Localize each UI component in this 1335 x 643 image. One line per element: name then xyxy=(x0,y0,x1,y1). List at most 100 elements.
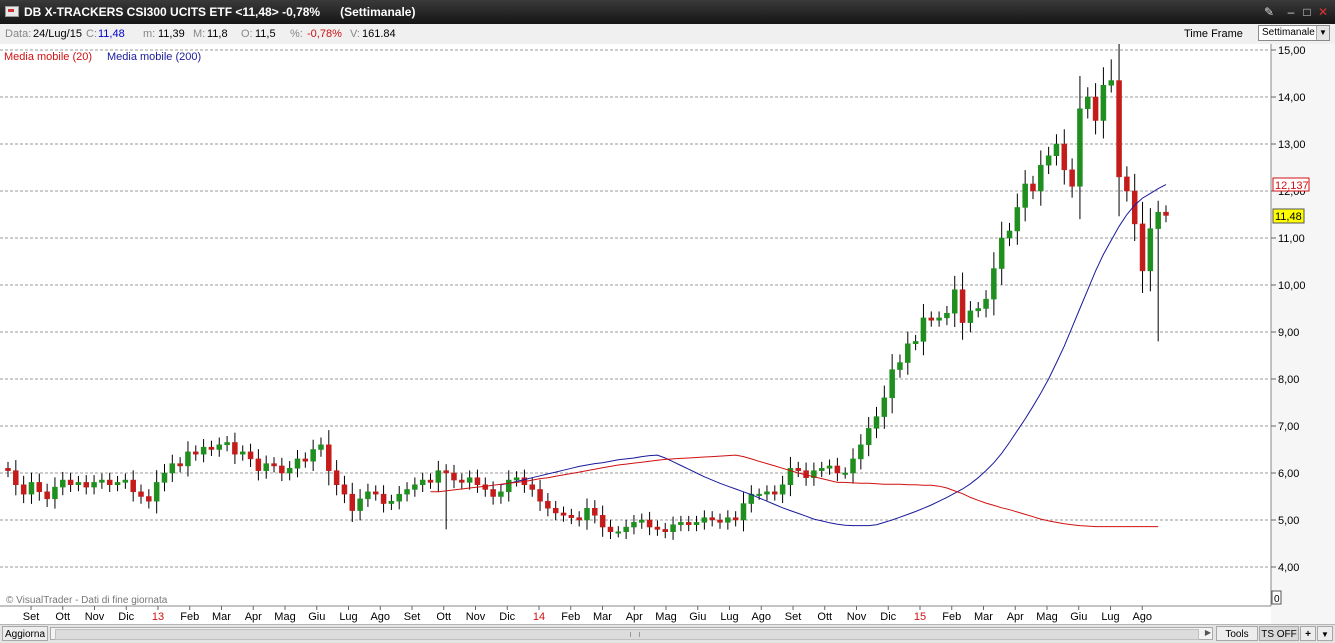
y-tick-label: 15,00 xyxy=(1278,45,1306,57)
candle-body xyxy=(740,503,747,521)
candle-body xyxy=(208,446,215,450)
candle-body xyxy=(1022,183,1028,208)
candle-body xyxy=(1069,169,1075,187)
candle-body xyxy=(396,493,402,502)
timeframe-selected: Settimanale xyxy=(1262,27,1315,38)
candle-body xyxy=(302,458,309,462)
candle-body xyxy=(185,451,191,467)
candle-body xyxy=(513,477,520,481)
candle-body xyxy=(1147,228,1154,272)
open-label: O: xyxy=(241,28,253,40)
candle-body xyxy=(944,312,950,319)
min-label: m: xyxy=(143,28,156,40)
candle-body xyxy=(13,470,19,485)
x-tick-label: Set xyxy=(23,611,40,623)
candle-body xyxy=(349,493,356,511)
candle-body xyxy=(842,472,848,475)
candle-body xyxy=(975,308,981,312)
x-tick-label: Mag xyxy=(655,611,676,623)
candle-body xyxy=(474,477,481,486)
candle-body xyxy=(294,458,301,469)
horizontal-scrollbar[interactable]: ▶ xyxy=(50,627,1213,640)
candle-body xyxy=(357,498,363,511)
candle-body xyxy=(1139,223,1146,272)
candle-body xyxy=(263,463,269,471)
candle-body xyxy=(91,482,97,488)
x-tick-label: Giu xyxy=(1070,611,1087,623)
update-button[interactable]: Aggiorna xyxy=(2,626,48,641)
add-button[interactable]: + xyxy=(1300,626,1316,641)
x-tick-label: Dic xyxy=(499,611,515,623)
candle-body xyxy=(858,444,864,460)
candle-body xyxy=(1061,143,1068,171)
candle-body xyxy=(1038,164,1044,192)
candle-body xyxy=(365,491,371,500)
x-tick-label: 14 xyxy=(533,611,545,623)
candle-body xyxy=(466,477,473,483)
candle-body xyxy=(310,449,316,462)
pct-value: -0,78% xyxy=(307,28,342,40)
y-tick-label: 14,00 xyxy=(1278,92,1306,104)
x-tick-label: Dic xyxy=(118,611,134,623)
price-chart[interactable]: 15,0014,0013,0012,0011,0010,009,008,007,… xyxy=(0,44,1335,624)
x-tick-label: Giu xyxy=(308,611,325,623)
candle-body xyxy=(897,362,903,370)
x-tick-label: Mag xyxy=(274,611,295,623)
candle-body xyxy=(623,526,629,532)
candle-body xyxy=(286,468,293,474)
y-tick-label: 13,00 xyxy=(1278,139,1306,151)
candle-body xyxy=(1155,211,1161,229)
candle-body xyxy=(646,519,653,528)
x-tick-label: Mar xyxy=(212,611,231,623)
candle-body xyxy=(639,519,645,523)
candle-body xyxy=(607,526,614,532)
x-tick-label: Mar xyxy=(974,611,993,623)
candle-body xyxy=(99,479,105,483)
candle-body xyxy=(1108,80,1114,86)
candle-body xyxy=(255,458,262,471)
candle-body xyxy=(60,479,66,488)
candle-body xyxy=(654,526,661,530)
candle-body xyxy=(967,310,974,323)
candle-body xyxy=(412,484,418,490)
candle-body xyxy=(1077,108,1083,187)
min-value: 11,39 xyxy=(158,28,185,40)
x-tick-label: Apr xyxy=(1007,611,1024,623)
candle-body xyxy=(52,486,58,500)
scroll-right-icon[interactable]: ▶ xyxy=(1205,628,1211,637)
x-tick-label: Nov xyxy=(847,611,867,623)
candle-body xyxy=(75,482,82,485)
candle-body xyxy=(341,484,348,495)
candle-body xyxy=(545,500,551,509)
chevron-down-icon[interactable]: ▼ xyxy=(1316,26,1329,40)
minimize-icon[interactable]: – xyxy=(1283,4,1299,20)
close-icon[interactable]: ✕ xyxy=(1315,4,1331,20)
candle-body xyxy=(764,491,770,495)
x-tick-label: Lug xyxy=(720,611,738,623)
tools-icon[interactable]: ✎ xyxy=(1261,4,1277,20)
candle-body xyxy=(537,489,543,502)
close-label: C: xyxy=(86,28,97,40)
y-tick-label: 6,00 xyxy=(1278,468,1299,480)
x-tick-label: 13 xyxy=(152,611,164,623)
candle-body xyxy=(114,482,121,485)
window-title: DB X-TRACKERS CSI300 UCITS ETF <11,48> -… xyxy=(24,5,416,19)
x-tick-label: Set xyxy=(404,611,421,623)
tools-button[interactable]: Tools xyxy=(1216,626,1258,641)
x-tick-label: Lug xyxy=(1101,611,1119,623)
menu-arrow-icon[interactable]: ▼ xyxy=(1317,626,1333,641)
candle-body xyxy=(732,517,739,521)
scrollbar-thumb[interactable] xyxy=(55,629,1199,640)
x-tick-label: Set xyxy=(785,611,802,623)
candle-body xyxy=(568,515,575,518)
y-tick-label: 7,00 xyxy=(1278,421,1299,433)
timeframe-select[interactable]: Settimanale ▼ xyxy=(1258,25,1330,41)
candle-body xyxy=(224,442,230,446)
candle-body xyxy=(983,298,989,309)
x-tick-label: Ott xyxy=(817,611,832,623)
candle-body xyxy=(279,465,285,474)
max-label: M: xyxy=(193,28,206,40)
maximize-icon[interactable]: □ xyxy=(1299,4,1315,20)
ts-toggle-button[interactable]: TS OFF xyxy=(1259,626,1299,641)
candle-body xyxy=(920,317,927,342)
